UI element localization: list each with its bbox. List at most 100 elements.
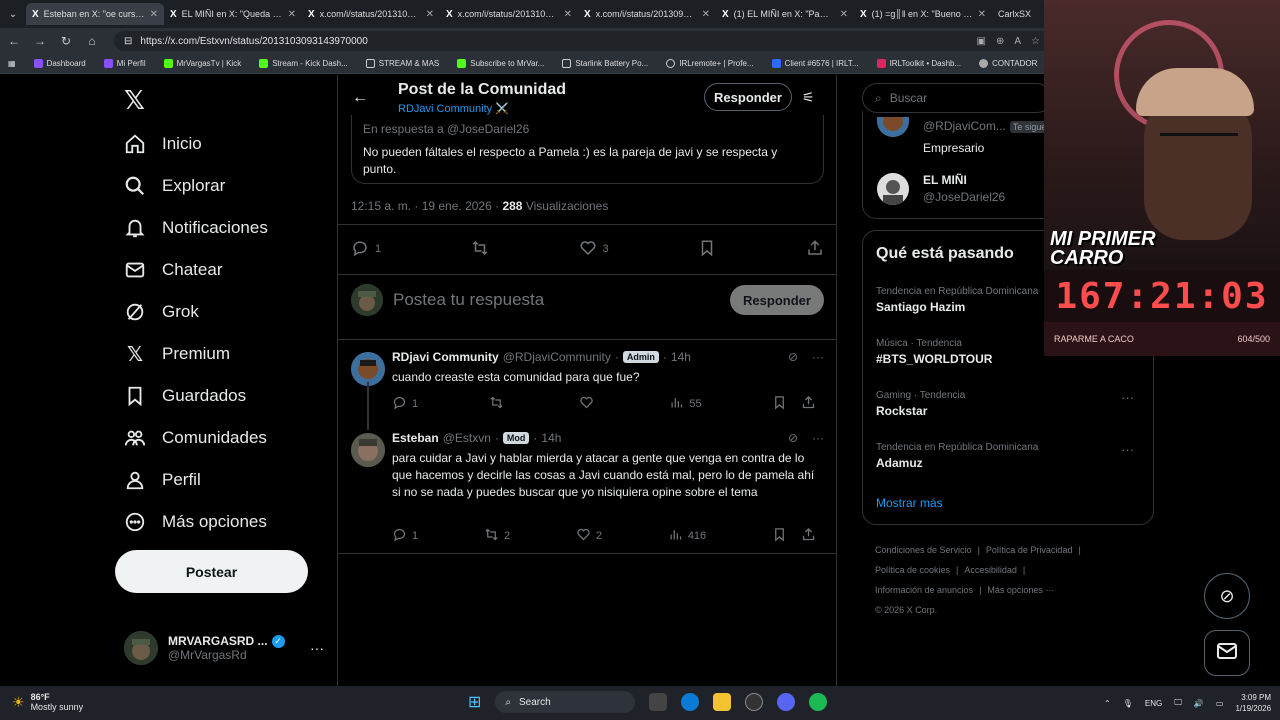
home-icon[interactable]: ⌂ xyxy=(84,34,100,48)
bookmark-icon[interactable] xyxy=(772,527,787,545)
community-link[interactable]: RDJavi Community ⚔️ xyxy=(398,102,509,115)
repost-action[interactable]: 2 xyxy=(484,527,510,545)
views-action[interactable]: 55 xyxy=(669,395,702,413)
parent-post-card[interactable]: En respuesta a @JoseDariel26 No pueden f… xyxy=(351,115,824,184)
weather-widget[interactable]: ☀ 86°F Mostly sunny xyxy=(12,692,83,712)
nav-item-notificaciones[interactable]: Notificaciones xyxy=(124,217,268,239)
browser-tab[interactable]: CarlxSX xyxy=(992,3,1052,25)
browser-tab[interactable]: Xx.com/i/status/20130998614✕ xyxy=(578,3,716,25)
clock[interactable]: 3:09 PM 1/19/2026 xyxy=(1235,692,1271,714)
tray-chevron-icon[interactable]: ⌃ xyxy=(1104,699,1111,708)
footer-link[interactable]: Más opciones ··· xyxy=(987,585,1054,595)
bookmark-item[interactable]: IRLToolkit • Dashb... xyxy=(876,59,961,68)
avatar[interactable] xyxy=(351,433,385,467)
more-dots-icon[interactable]: ··· xyxy=(310,640,324,656)
search-input[interactable]: ⌕ Buscar xyxy=(862,83,1052,113)
browser-tab[interactable]: X(1) EL MIÑI en X: "Pamela de✕ xyxy=(716,3,854,25)
more-dots-icon[interactable]: ··· xyxy=(812,431,824,445)
back-arrow-icon[interactable]: ← xyxy=(352,89,368,107)
microphone-icon[interactable]: 🎙 xyxy=(1123,699,1133,708)
browser-tab[interactable]: Xx.com/i/status/20131021400✕ xyxy=(302,3,440,25)
header-reply-button[interactable]: Responder xyxy=(704,83,792,111)
more-dots-icon[interactable]: ··· xyxy=(1121,442,1134,457)
close-tab-icon[interactable]: ✕ xyxy=(978,9,986,20)
reply-action[interactable]: 1 xyxy=(392,395,418,413)
reply-tweet[interactable]: Esteban @Estxvn · Mod · 14h ⊘ ··· para cuidar … xyxy=(351,431,824,551)
share-icon[interactable] xyxy=(801,395,816,413)
avatar[interactable] xyxy=(351,352,385,386)
nav-item-explorar[interactable]: Explorar xyxy=(124,175,225,197)
grok-icon[interactable]: ⊘ xyxy=(788,431,798,445)
bookmark-item[interactable]: Dashboard xyxy=(33,59,86,68)
who-item[interactable]: @RDjaviCom... Te sigue Empresario xyxy=(877,117,1050,155)
close-tab-icon[interactable]: ✕ xyxy=(840,9,848,20)
file-explorer-icon[interactable] xyxy=(713,693,732,711)
who-item[interactable]: EL MIÑI @JoseDariel26 xyxy=(877,173,1005,205)
url-input[interactable]: ⊟ https://x.com/Estxvn/status/2013103093… xyxy=(114,31,1050,51)
like-action[interactable] xyxy=(579,395,599,413)
bookmark-item[interactable]: Client #6576 | IRLT... xyxy=(771,59,859,68)
reply-action[interactable]: 1 xyxy=(351,239,381,260)
like-action[interactable]: 3 xyxy=(579,239,609,260)
reply-submit-button[interactable]: Responder xyxy=(730,285,824,315)
obs-icon[interactable] xyxy=(745,693,764,711)
close-tab-icon[interactable]: ✕ xyxy=(426,9,434,20)
browser-tab[interactable]: X EL MIÑI en X: "Queda prohi ✕ xyxy=(164,3,302,25)
grok-fab-button[interactable]: ⊘ xyxy=(1204,573,1250,619)
battery-icon[interactable]: ▭ xyxy=(1216,699,1224,708)
reply-input[interactable]: Postea tu respuesta xyxy=(393,290,544,310)
browser-tab[interactable]: XEsteban en X: "oe cursial util✕ xyxy=(26,3,164,25)
views-action[interactable]: 416 xyxy=(668,527,706,545)
browser-tab[interactable]: Xx.com/i/status/20131019924✕ xyxy=(440,3,578,25)
nav-item-chatear[interactable]: Chatear xyxy=(124,259,222,281)
nav-item-premium[interactable]: 𝕏 Premium xyxy=(124,343,230,366)
nav-item-mas-opciones[interactable]: Más opciones xyxy=(124,511,267,533)
bookmark-item[interactable]: MrVargasTv | Kick xyxy=(163,59,241,68)
apps-grid-icon[interactable]: ▦ xyxy=(8,59,16,68)
x-logo-icon[interactable]: 𝕏 xyxy=(124,85,145,116)
footer-link[interactable]: Información de anuncios xyxy=(875,585,973,595)
forward-arrow-icon[interactable]: → xyxy=(32,34,48,48)
more-dots-icon[interactable]: ··· xyxy=(812,350,824,364)
show-more-link[interactable]: Mostrar más xyxy=(876,496,943,510)
nav-item-inicio[interactable]: Inicio xyxy=(124,133,202,155)
discord-icon[interactable] xyxy=(777,693,796,711)
nav-item-comunidades[interactable]: Comunidades xyxy=(124,427,267,449)
messages-fab-button[interactable] xyxy=(1204,630,1250,676)
close-tab-icon[interactable]: ✕ xyxy=(564,9,572,20)
task-view-icon[interactable] xyxy=(649,693,668,711)
close-tab-icon[interactable]: ✕ xyxy=(702,9,710,20)
bookmark-item[interactable]: Mi Perfil xyxy=(103,59,146,68)
reply-tweet[interactable]: RDjavi Community @RDjaviCommunity · Admin · 1… xyxy=(351,350,824,420)
trend-item[interactable]: Tendencia en República Dominicana Adamuz ·… xyxy=(876,442,1142,470)
bookmark-icon[interactable] xyxy=(772,395,787,413)
trend-item[interactable]: Gaming · Tendencia Rockstar ··· xyxy=(876,390,1142,418)
favorite-star-icon[interactable]: ☆ xyxy=(1031,36,1040,47)
like-action[interactable]: 2 xyxy=(576,527,602,545)
footer-link[interactable]: Condiciones de Servicio xyxy=(875,545,972,555)
spotify-icon[interactable] xyxy=(809,693,828,711)
filter-icon[interactable]: ⚟ xyxy=(802,89,815,106)
repost-action[interactable] xyxy=(489,395,509,413)
bookmark-item[interactable]: STREAM & MAS xyxy=(365,59,439,68)
repost-action[interactable] xyxy=(471,239,489,260)
site-info-icon[interactable]: ⊟ xyxy=(124,36,132,47)
post-button[interactable]: Postear xyxy=(115,550,308,593)
nav-item-perfil[interactable]: Perfil xyxy=(124,469,201,491)
footer-link[interactable]: Accesibilidad xyxy=(964,565,1017,575)
volume-icon[interactable]: 🔊 xyxy=(1194,699,1204,708)
windows-start-icon[interactable]: ⊞ xyxy=(468,692,481,712)
edge-icon[interactable] xyxy=(681,693,700,711)
bookmark-item[interactable]: Stream - Kick Dash... xyxy=(259,59,348,68)
account-switcher[interactable]: MRVARGASRD ... ✓ @MrVargasRd ··· xyxy=(124,628,324,668)
bookmark-item[interactable]: Subscribe to MrVar... xyxy=(457,59,544,68)
footer-link[interactable]: Política de cookies xyxy=(875,565,950,575)
tab-list-menu-icon[interactable]: ⌄ xyxy=(0,3,26,25)
nav-item-guardados[interactable]: Guardados xyxy=(124,385,246,407)
taskbar-search[interactable]: ⌕ Search xyxy=(495,691,636,713)
close-tab-icon[interactable]: ✕ xyxy=(150,9,158,20)
bookmark-item[interactable]: IRLremote+ | Profe... xyxy=(666,59,754,68)
share-icon[interactable] xyxy=(801,527,816,545)
close-tab-icon[interactable]: ✕ xyxy=(288,9,296,20)
app-available-icon[interactable]: ▣ xyxy=(977,36,986,47)
